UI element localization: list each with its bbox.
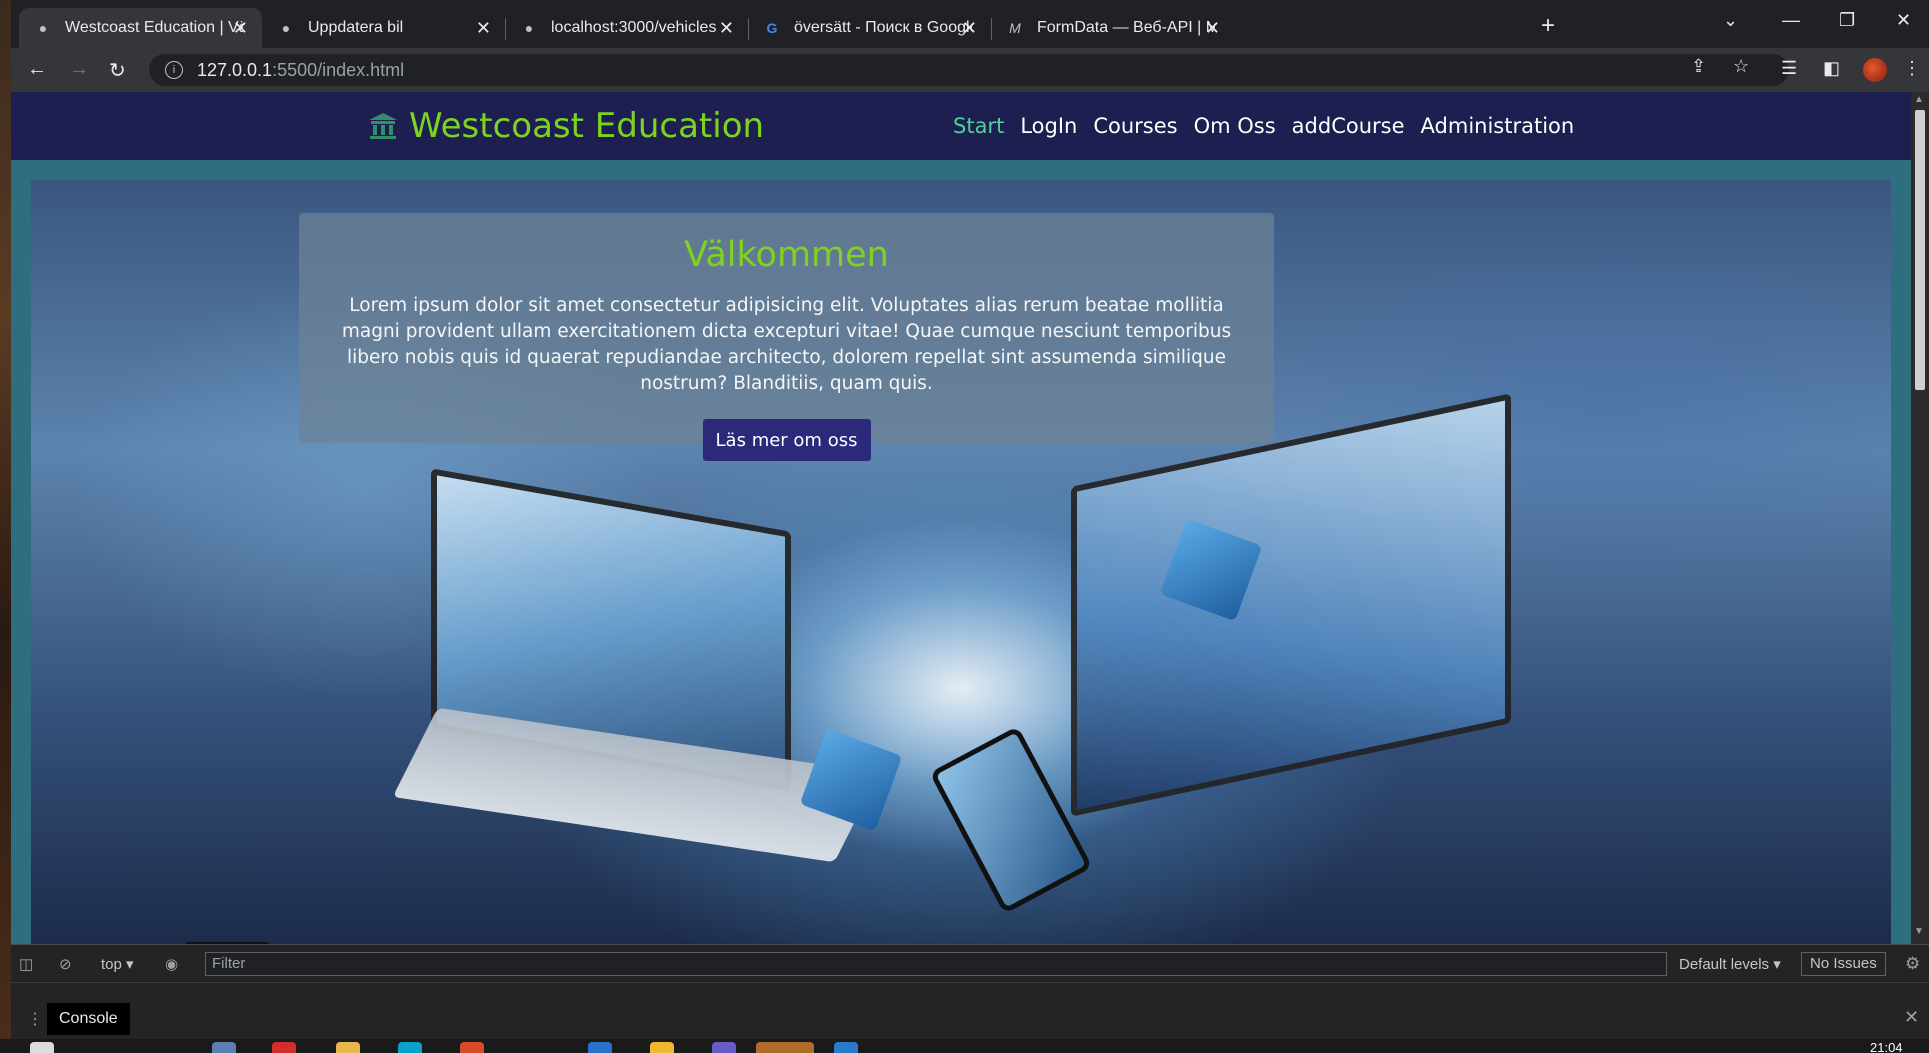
tab-westcoast[interactable]: ● Westcoast Education | Välkommen ✕	[19, 8, 262, 48]
address-bar[interactable]: i 127.0.0.1:5500/index.html	[149, 54, 1789, 86]
console-toolbar: ◫ ⊘ top ▾ ◉ Filter Default levels ▾ No I…	[11, 945, 1929, 983]
live-expression-eye-icon[interactable]: ◉	[165, 955, 178, 973]
taskbar-app-icon[interactable]	[650, 1042, 674, 1053]
tab-title: Westcoast Education | Välkommen	[65, 19, 243, 36]
tab-search-chevron-icon[interactable]: ⌄	[1723, 10, 1738, 31]
new-tab-icon[interactable]: +	[1541, 12, 1555, 40]
nav-login[interactable]: LogIn	[1020, 114, 1077, 138]
close-window-icon[interactable]: ✕	[1896, 10, 1911, 31]
bank-icon	[369, 113, 397, 139]
page-viewport: Westcoast Education Start LogIn Courses …	[11, 92, 1911, 944]
sidebar-toggle-icon[interactable]: ◫	[19, 955, 33, 973]
tab-title: FormData — Веб-API | MДН	[1037, 19, 1215, 36]
gear-icon[interactable]: ⚙	[1905, 954, 1920, 974]
taskbar-app-icon[interactable]	[588, 1042, 612, 1053]
reload-icon[interactable]: ↻	[109, 58, 126, 83]
close-drawer-icon[interactable]: ✕	[1904, 1007, 1919, 1028]
minimize-icon[interactable]: —	[1782, 10, 1800, 31]
taskbar-app-icon[interactable]	[756, 1042, 814, 1053]
tab-title: Uppdatera bil	[308, 19, 404, 36]
tab-mdn-formdata[interactable]: M FormData — Веб-API | MДН ✕	[991, 8, 1234, 48]
tab-uppdatera-bil[interactable]: ● Uppdatera bil ✕	[262, 8, 505, 48]
browser-tab-strip: ● Westcoast Education | Välkommen ✕ ● Up…	[11, 0, 1929, 48]
taskbar-app-icon[interactable]	[212, 1042, 236, 1053]
console-filter-input[interactable]: Filter	[205, 952, 1667, 976]
url-host: 127.0.0.1	[197, 59, 273, 80]
tab-localhost-vehicles[interactable]: ● localhost:3000/vehicles ✕	[505, 8, 748, 48]
hero-phone	[929, 725, 1093, 915]
devtools-console: ◫ ⊘ top ▾ ◉ Filter Default levels ▾ No I…	[11, 944, 1929, 1039]
taskbar-app-icon[interactable]	[336, 1042, 360, 1053]
tab-title: översätt - Поиск в Google	[794, 19, 972, 36]
taskbar-app-icon[interactable]	[398, 1042, 422, 1053]
taskbar-app-icon[interactable]	[712, 1042, 736, 1053]
url-path: :5500/index.html	[272, 59, 405, 80]
forward-icon[interactable]: →	[69, 58, 89, 81]
page-scrollbar[interactable]: ▲ ▼	[1911, 92, 1929, 944]
clear-console-icon[interactable]: ⊘	[59, 955, 72, 973]
close-tab-icon[interactable]: ✕	[1205, 18, 1220, 39]
nav-start[interactable]: Start	[953, 114, 1004, 138]
back-icon[interactable]: ←	[27, 58, 47, 81]
nav-om-oss[interactable]: Om Oss	[1194, 114, 1276, 138]
nav-administration[interactable]: Administration	[1421, 114, 1575, 138]
taskbar-clock: 21:04	[1870, 1040, 1903, 1053]
nav-add-course[interactable]: addCourse	[1292, 114, 1405, 138]
tab-title: localhost:3000/vehicles	[551, 19, 717, 36]
taskbar-app-icon[interactable]	[272, 1042, 296, 1053]
drawer-menu-icon[interactable]: ⋮	[27, 1009, 43, 1029]
bookmark-star-icon[interactable]: ☆	[1733, 56, 1749, 77]
issues-button[interactable]: No Issues	[1801, 952, 1886, 976]
mdn-icon: M	[1009, 20, 1021, 36]
side-panel-icon[interactable]: ◧	[1823, 58, 1840, 79]
welcome-heading: Välkommen	[684, 235, 889, 275]
devtools-drawer: ⋮ Console ✕	[11, 1001, 1929, 1037]
welcome-text: Lorem ipsum dolor sit amet consectetur a…	[341, 295, 1232, 394]
taskbar-app-icon[interactable]	[460, 1042, 484, 1053]
restore-icon[interactable]: ❐	[1839, 10, 1855, 31]
log-levels-label: Default levels	[1679, 956, 1770, 973]
scrollbar-thumb[interactable]	[1915, 110, 1925, 390]
tab-console[interactable]: Console	[47, 1003, 130, 1035]
close-tab-icon[interactable]: ✕	[719, 18, 734, 39]
globe-icon: ●	[281, 20, 291, 36]
os-taskbar: 21:04	[0, 1039, 1929, 1053]
profile-avatar[interactable]	[1863, 58, 1887, 82]
browser-toolbar: ← → ↻ i 127.0.0.1:5500/index.html ⇪ ☆ ☰ …	[11, 48, 1929, 92]
tab-google-search[interactable]: G översätt - Поиск в Google ✕	[748, 8, 991, 48]
main-nav: Start LogIn Courses Om Oss addCourse Adm…	[953, 114, 1574, 138]
desktop-edge	[0, 0, 11, 1053]
context-selector[interactable]: top ▾	[101, 955, 134, 973]
nav-courses[interactable]: Courses	[1093, 114, 1177, 138]
screen: ● Westcoast Education | Välkommen ✕ ● Up…	[0, 0, 1929, 1053]
share-icon[interactable]: ⇪	[1691, 56, 1706, 77]
menu-kebab-icon[interactable]: ⋮	[1903, 58, 1921, 79]
close-tab-icon[interactable]: ✕	[233, 18, 248, 39]
log-levels-dropdown[interactable]: Default levels ▾	[1679, 955, 1781, 973]
start-icon[interactable]	[30, 1042, 54, 1053]
site-brand[interactable]: Westcoast Education	[367, 106, 764, 146]
hero-image: Välkommen Lorem ipsum dolor sit amet con…	[31, 180, 1891, 944]
read-more-button[interactable]: Läs mer om oss	[702, 419, 871, 461]
welcome-card: Välkommen Lorem ipsum dolor sit amet con…	[299, 213, 1274, 461]
context-label: top	[101, 956, 122, 973]
site-header: Westcoast Education Start LogIn Courses …	[11, 92, 1911, 160]
close-tab-icon[interactable]: ✕	[476, 18, 491, 39]
reading-list-icon[interactable]: ☰	[1781, 58, 1797, 79]
site-info-icon[interactable]: i	[165, 61, 183, 79]
scroll-up-icon[interactable]: ▲	[1914, 94, 1924, 105]
globe-icon: ●	[38, 20, 48, 36]
taskbar-app-icon[interactable]	[834, 1042, 858, 1053]
google-icon: G	[766, 20, 778, 36]
brand-name: Westcoast Education	[409, 106, 765, 146]
globe-icon: ●	[524, 20, 534, 36]
close-tab-icon[interactable]: ✕	[962, 18, 977, 39]
scroll-down-icon[interactable]: ▼	[1914, 926, 1924, 937]
